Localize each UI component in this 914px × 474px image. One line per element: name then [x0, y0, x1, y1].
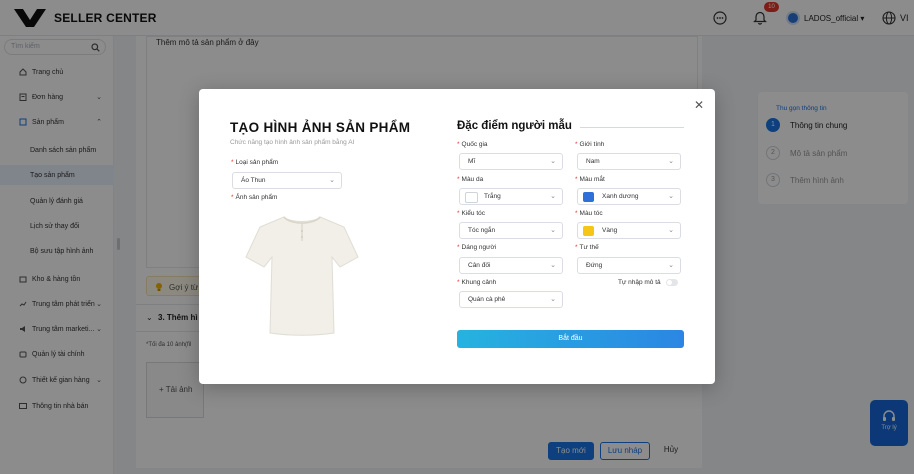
start-button[interactable]: Bắt đầu: [457, 330, 684, 348]
chevron-down-icon: ⌄: [668, 227, 674, 234]
country-select[interactable]: Mĩ ⌄: [459, 153, 563, 170]
gender-select[interactable]: Nam ⌄: [577, 153, 681, 170]
background-select[interactable]: Quán cà phê ⌄: [459, 291, 563, 308]
eye-value: Xanh dương: [602, 193, 639, 200]
product-type-label: * Loại sản phẩm: [231, 159, 279, 166]
product-image: [244, 213, 360, 337]
hairstyle-select[interactable]: Tóc ngắn ⌄: [459, 222, 563, 239]
modal-title: TẠO HÌNH ẢNH SẢN PHẨM: [230, 120, 411, 135]
skin-swatch: [465, 192, 478, 203]
custom-description-toggle[interactable]: [666, 279, 678, 286]
gender-label: * Giới tính: [575, 141, 605, 148]
product-image-label: * Ảnh sản phẩm: [231, 194, 278, 201]
background-label: * Khung cảnh: [457, 279, 497, 286]
chevron-down-icon: ⌄: [550, 193, 556, 200]
gender-value: Nam: [586, 158, 600, 165]
background-value: Quán cà phê: [468, 296, 506, 303]
eye-color-select[interactable]: Xanh dương ⌄: [577, 188, 681, 205]
product-type-select[interactable]: Áo Thun ⌄: [232, 172, 342, 189]
skin-value: Trắng: [484, 193, 501, 200]
eye-color-label: * Màu mắt: [575, 176, 605, 183]
skin-color-label: * Màu da: [457, 176, 484, 183]
hair-color-label: * Màu tóc: [575, 210, 603, 217]
hairstyle-label: * Kiểu tóc: [457, 210, 486, 217]
chevron-down-icon: ⌄: [668, 193, 674, 200]
chevron-down-icon: ⌄: [550, 262, 556, 269]
chevron-down-icon: ⌄: [329, 177, 335, 184]
chevron-down-icon: ⌄: [550, 158, 556, 165]
title-divider: [580, 127, 684, 128]
pose-label: * Tư thế: [575, 244, 599, 251]
chevron-down-icon: ⌄: [668, 262, 674, 269]
pose-value: Đứng: [586, 262, 603, 269]
country-label: * Quốc gia: [457, 141, 488, 148]
hairstyle-value: Tóc ngắn: [468, 227, 496, 234]
hair-color-select[interactable]: Vàng ⌄: [577, 222, 681, 239]
skin-color-select[interactable]: Trắng ⌄: [459, 188, 563, 205]
body-shape-label: * Dáng người: [457, 244, 497, 251]
chevron-down-icon: ⌄: [550, 227, 556, 234]
close-icon[interactable]: ✕: [694, 98, 704, 112]
custom-description-label: Tự nhập mô tả: [618, 279, 661, 286]
eye-swatch: [583, 192, 594, 202]
chevron-down-icon: ⌄: [668, 158, 674, 165]
chevron-down-icon: ⌄: [550, 296, 556, 303]
product-type-value: Áo Thun: [241, 177, 266, 184]
modal-subtitle: Chức năng tạo hình ảnh sản phẩm bằng AI: [230, 139, 355, 146]
hair-color-value: Vàng: [602, 227, 618, 234]
model-section-title: Đặc điểm người mẫu: [457, 120, 572, 132]
body-shape-select[interactable]: Cân đối ⌄: [459, 257, 563, 274]
country-value: Mĩ: [468, 158, 476, 165]
pose-select[interactable]: Đứng ⌄: [577, 257, 681, 274]
body-shape-value: Cân đối: [468, 262, 491, 269]
hair-swatch: [583, 226, 594, 236]
